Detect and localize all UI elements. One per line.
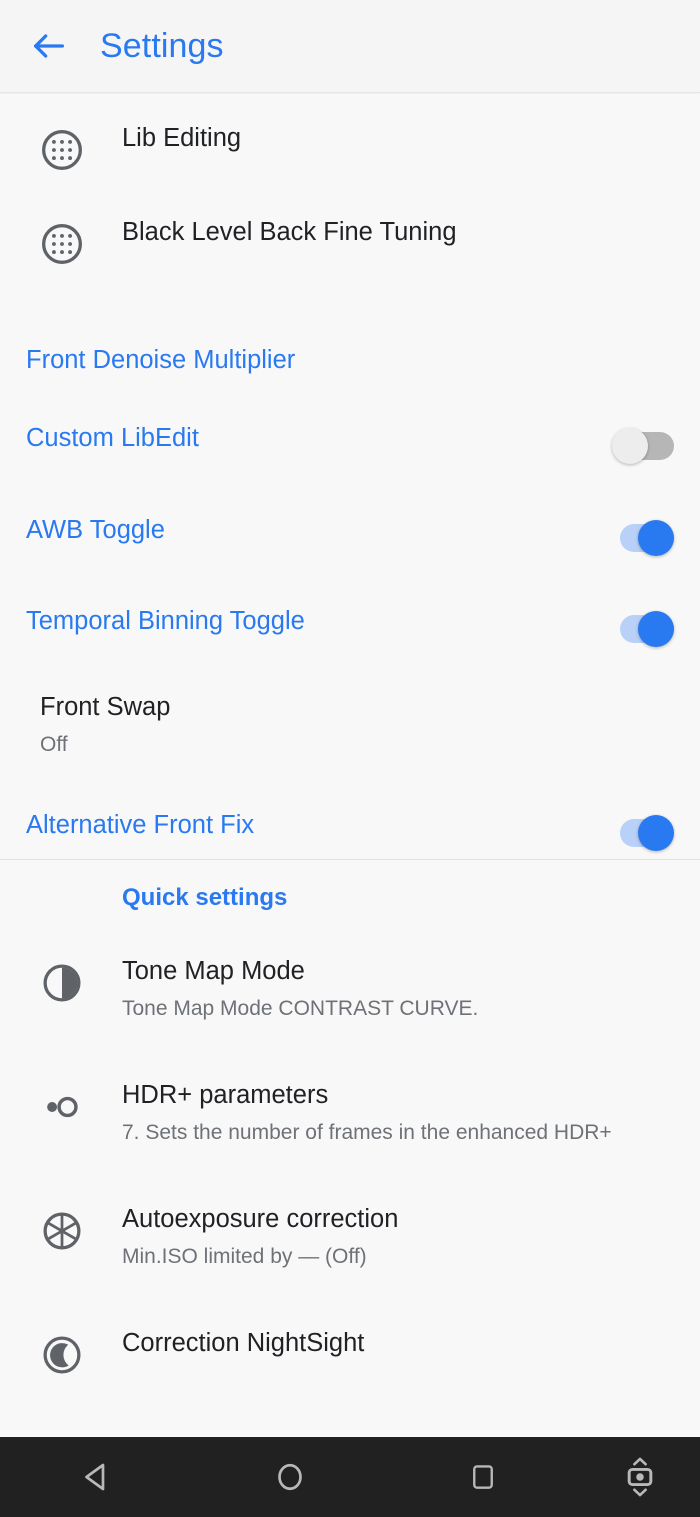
quick-settings-section-header: Quick settings — [0, 860, 700, 936]
temporal-binning-switch[interactable] — [612, 611, 674, 647]
list-item-black-level-back-fine-tuning[interactable]: Black Level Back Fine Tuning — [0, 188, 700, 298]
list-item-title: Black Level Back Fine Tuning — [122, 218, 457, 246]
awb-toggle-switch[interactable] — [612, 520, 674, 556]
alternative-front-fix-switch[interactable] — [612, 815, 674, 851]
list-item-title: Alternative Front Fix — [26, 811, 255, 839]
list-item-tone-map-mode[interactable]: Tone Map Mode Tone Map Mode CONTRAST CUR… — [0, 936, 700, 1060]
list-item-subtitle: Off — [40, 732, 68, 756]
list-item-text: Tone Map Mode Tone Map Mode CONTRAST CUR… — [122, 957, 674, 1020]
aperture-icon — [38, 1207, 86, 1253]
list-item-custom-libedit[interactable]: Custom LibEdit — [0, 389, 700, 481]
list-item-hdr-plus-parameters[interactable]: HDR+ parameters 7. Sets the number of fr… — [0, 1060, 700, 1184]
list-item-correction-nightsight[interactable]: Correction NightSight — [0, 1308, 700, 1388]
rotation-lock-icon — [620, 1454, 660, 1500]
dot-circle-icon — [38, 1083, 86, 1129]
list-item-subtitle: 7. Sets the number of frames in the enha… — [122, 1120, 612, 1144]
list-item-title: Correction NightSight — [122, 1329, 365, 1357]
arrow-left-icon — [29, 26, 69, 66]
list-item-text: HDR+ parameters 7. Sets the number of fr… — [122, 1081, 674, 1144]
list-item-temporal-binning-toggle[interactable]: Temporal Binning Toggle — [0, 572, 700, 664]
list-item-title: Lib Editing — [122, 124, 242, 152]
list-item-text: Custom LibEdit — [26, 424, 612, 452]
list-item-front-swap[interactable]: Front Swap Off — [0, 664, 700, 786]
section-label: Quick settings — [122, 884, 288, 911]
list-item-title: Autoexposure correction — [122, 1205, 399, 1233]
switch-thumb — [638, 520, 674, 556]
list-item-subtitle: Min.ISO limited by — (Off) — [122, 1244, 367, 1268]
triangle-back-icon — [79, 1459, 115, 1495]
list-item-title: Temporal Binning Toggle — [26, 607, 305, 635]
list-item-autoexposure-correction[interactable]: Autoexposure correction Min.ISO limited … — [0, 1184, 700, 1308]
list-item-title: Front Denoise Multiplier — [26, 346, 296, 374]
nav-recents-button[interactable] — [387, 1437, 580, 1517]
circle-home-icon — [273, 1460, 307, 1494]
list-item-text: Correction NightSight — [122, 1329, 674, 1357]
nav-rotation-button[interactable] — [580, 1437, 700, 1517]
nav-home-button[interactable] — [193, 1437, 386, 1517]
list-item-title: AWB Toggle — [26, 516, 165, 544]
list-item-title: Tone Map Mode — [122, 957, 305, 985]
list-item-alternative-front-fix[interactable]: Alternative Front Fix — [0, 786, 700, 859]
moon-icon — [38, 1331, 86, 1377]
nav-back-button[interactable] — [0, 1437, 193, 1517]
page-title: Settings — [100, 26, 224, 65]
grain-dots-icon — [38, 220, 86, 266]
list-item-text: AWB Toggle — [26, 516, 612, 544]
settings-list: Lib Editing Black Level Back Fine Tuning — [0, 94, 700, 1517]
list-item-lib-editing[interactable]: Lib Editing — [0, 94, 700, 188]
list-item-front-denoise-multiplier[interactable]: Front Denoise Multiplier — [0, 298, 700, 389]
list-item-text: Autoexposure correction Min.ISO limited … — [122, 1205, 674, 1268]
list-item-text: Lib Editing — [122, 124, 674, 152]
list-item-subtitle: Tone Map Mode CONTRAST CURVE. — [122, 996, 479, 1020]
android-navigation-bar — [0, 1437, 700, 1517]
app-header: Settings — [0, 0, 700, 93]
contrast-icon — [38, 959, 86, 1005]
list-item-title: HDR+ parameters — [122, 1081, 329, 1109]
list-item-text: Alternative Front Fix — [26, 811, 612, 839]
grain-dots-icon — [38, 126, 86, 172]
custom-libedit-switch[interactable] — [612, 428, 674, 464]
list-item-text: Front Denoise Multiplier — [26, 346, 674, 374]
back-button[interactable] — [20, 17, 78, 75]
list-item-text: Front Swap Off — [40, 693, 674, 756]
list-item-text: Temporal Binning Toggle — [26, 607, 612, 635]
settings-screen: Settings Lib Editing Black Level Back Fi… — [0, 0, 700, 1517]
list-item-awb-toggle[interactable]: AWB Toggle — [0, 481, 700, 572]
list-item-text: Black Level Back Fine Tuning — [122, 218, 674, 246]
list-item-title: Front Swap — [40, 693, 171, 721]
switch-thumb — [638, 815, 674, 851]
list-item-title: Custom LibEdit — [26, 424, 199, 452]
square-recents-icon — [468, 1462, 498, 1492]
switch-thumb — [638, 611, 674, 647]
switch-thumb — [612, 428, 648, 464]
